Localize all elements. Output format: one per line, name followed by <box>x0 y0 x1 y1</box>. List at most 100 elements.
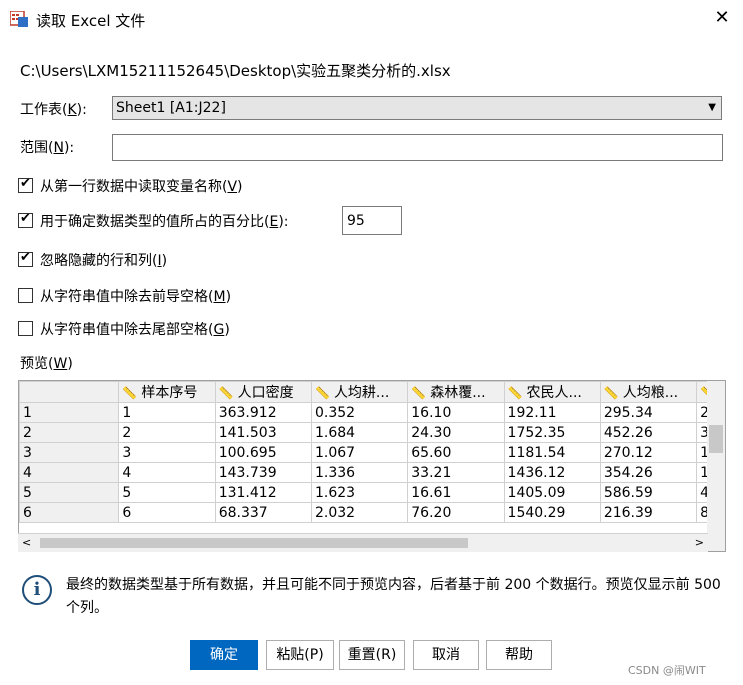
table-cell[interactable]: 2.032 <box>310 502 409 523</box>
row-header: 2 <box>19 422 120 443</box>
row-header: 1 <box>19 402 120 423</box>
file-path: C:\Users\LXM15211152645\Desktop\实验五聚类分析的… <box>20 62 451 80</box>
column-header[interactable]: 📏 人均耕... <box>310 381 409 403</box>
table-cell[interactable]: 16.10 <box>407 402 505 423</box>
table-cell[interactable]: 1436.12 <box>503 462 601 483</box>
table-cell[interactable]: 65.60 <box>407 442 505 463</box>
table-cell[interactable]: 24.30 <box>407 422 505 443</box>
percent-input[interactable]: 95 <box>342 206 402 235</box>
window-title: 读取 Excel 文件 <box>36 12 146 30</box>
row-header: 5 <box>19 482 120 503</box>
table-row: 33100.6951.06765.601181.54270.1218.2 <box>19 442 725 463</box>
sheet-label: 工作表(K): <box>20 102 87 118</box>
table-cell[interactable]: 295.34 <box>599 402 698 423</box>
table-cell[interactable]: 5 <box>118 482 216 503</box>
table-cell[interactable]: 131.412 <box>214 482 312 503</box>
app-icon <box>9 10 29 28</box>
scroll-left-icon[interactable]: < <box>22 536 31 549</box>
table-cell[interactable]: 76.20 <box>407 502 505 523</box>
checkbox[interactable] <box>18 288 33 303</box>
column-header-label: 人均粮... <box>622 385 679 401</box>
table-row: 44143.7391.33633.211436.12354.2617.4 <box>19 462 725 483</box>
table-cell[interactable]: 2 <box>118 422 216 443</box>
close-icon[interactable]: ✕ <box>712 8 732 28</box>
ruler-icon: 📏 <box>314 386 330 400</box>
table-row: 55131.4121.62316.611405.09586.5940.6 <box>19 482 725 503</box>
horizontal-scrollbar[interactable]: < > <box>18 533 708 552</box>
table-cell[interactable]: 143.739 <box>214 462 312 483</box>
paste-button[interactable]: 粘贴(P) <box>266 640 334 670</box>
table-row: 11363.9120.35216.10192.11295.3426.7 <box>19 402 725 423</box>
range-label: 范围(N): <box>20 140 75 156</box>
checkbox[interactable] <box>18 321 33 336</box>
table-cell[interactable]: 192.11 <box>503 402 601 423</box>
option-label: 忽略隐藏的行和列(I) <box>40 253 168 269</box>
scroll-thumb[interactable] <box>709 425 723 453</box>
column-header-label: 人口密度 <box>237 385 294 401</box>
row-header: 4 <box>19 462 120 483</box>
table-cell[interactable]: 1405.09 <box>503 482 601 503</box>
reset-button[interactable]: 重置(R) <box>339 640 405 670</box>
table-cell[interactable]: 1.623 <box>310 482 409 503</box>
column-header-label: 农民人... <box>526 385 582 401</box>
ruler-icon: 📏 <box>122 386 138 400</box>
table-cell[interactable]: 452.26 <box>599 422 698 443</box>
check-icon: ✔ <box>20 211 31 226</box>
table-cell[interactable]: 1752.35 <box>503 422 601 443</box>
ruler-icon: 📏 <box>603 386 619 400</box>
range-input[interactable] <box>112 134 723 161</box>
table-cell[interactable]: 1181.54 <box>503 442 601 463</box>
info-icon: i <box>22 575 52 605</box>
check-icon: ✔ <box>20 176 31 191</box>
table-cell[interactable]: 586.59 <box>599 482 698 503</box>
table-cell[interactable]: 16.61 <box>407 482 505 503</box>
table-cell[interactable]: 33.21 <box>407 462 505 483</box>
column-header[interactable]: 📏 人均粮... <box>599 381 698 403</box>
checkbox[interactable]: ✔ <box>18 250 33 267</box>
table-cell[interactable]: 1 <box>118 402 216 423</box>
ruler-icon: 📏 <box>411 386 427 400</box>
option-label: 从第一行数据中读取变量名称(V) <box>40 179 243 195</box>
table-cell[interactable]: 68.337 <box>214 502 312 523</box>
table-cell[interactable]: 3 <box>118 442 216 463</box>
table-cell[interactable]: 141.503 <box>214 422 312 443</box>
row-header: 6 <box>19 502 120 523</box>
column-header[interactable]: 📏 样本序号 <box>118 381 216 403</box>
ok-button[interactable]: 确定 <box>190 640 258 670</box>
column-header-label: 森林覆... <box>430 385 486 401</box>
column-header[interactable]: 📏 农民人... <box>503 381 601 403</box>
table-cell[interactable]: 1.684 <box>310 422 409 443</box>
table-cell[interactable]: 1.067 <box>310 442 409 463</box>
table-cell[interactable]: 216.39 <box>599 502 698 523</box>
preview-grid[interactable]: 📏样本序号📏人口密度📏人均耕...📏森林覆...📏农民人...📏人均粮...📏经… <box>18 380 726 552</box>
table-cell[interactable]: 1.336 <box>310 462 409 483</box>
sheet-select[interactable]: Sheet1 [A1:J22] ▼ <box>112 96 722 120</box>
checkbox[interactable]: ✔ <box>18 176 33 193</box>
table-cell[interactable]: 4 <box>118 462 216 483</box>
table-row: 6668.3372.03276.201540.29216.398.12 <box>19 502 725 523</box>
row-header: 3 <box>19 442 120 463</box>
table-cell[interactable]: 354.26 <box>599 462 698 483</box>
check-icon: ✔ <box>20 250 31 265</box>
table-cell[interactable]: 1540.29 <box>503 502 601 523</box>
preview-label: 预览(W) <box>20 356 73 372</box>
table-cell[interactable]: 363.912 <box>214 402 312 423</box>
column-header[interactable]: 📏 人口密度 <box>214 381 312 403</box>
option-label: 从字符串值中除去前导空格(M) <box>40 289 232 305</box>
table-cell[interactable]: 100.695 <box>214 442 312 463</box>
table-cell[interactable]: 0.352 <box>310 402 409 423</box>
table-row: 22141.5031.68424.301752.35452.2632.3 <box>19 422 725 443</box>
cancel-button[interactable]: 取消 <box>413 640 479 670</box>
ruler-icon: 📏 <box>218 386 234 400</box>
option-label: 从字符串值中除去尾部空格(G) <box>40 322 230 338</box>
vertical-scrollbar[interactable] <box>707 381 725 551</box>
row-header-corner <box>19 381 120 403</box>
help-button[interactable]: 帮助 <box>486 640 552 670</box>
checkbox[interactable]: ✔ <box>18 211 33 228</box>
column-header-label: 人均耕... <box>333 385 390 401</box>
scroll-thumb[interactable] <box>40 538 468 548</box>
table-cell[interactable]: 270.12 <box>599 442 698 463</box>
scroll-right-icon[interactable]: > <box>695 536 704 549</box>
column-header[interactable]: 📏 森林覆... <box>407 381 505 403</box>
table-cell[interactable]: 6 <box>118 502 216 523</box>
